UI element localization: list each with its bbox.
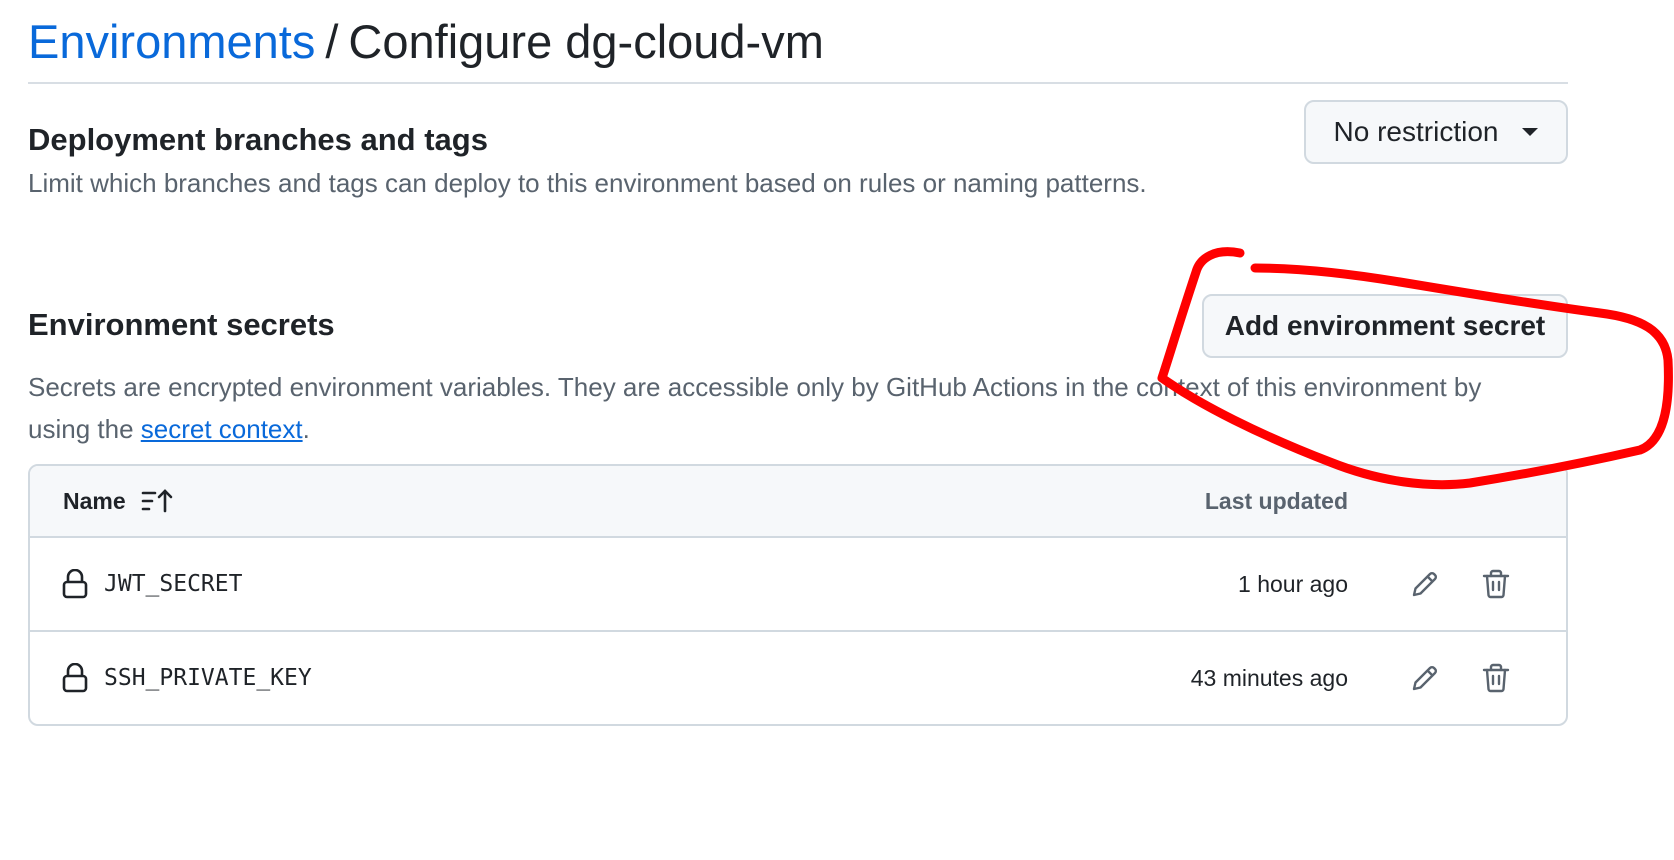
breadcrumb-separator: / xyxy=(325,14,339,68)
add-environment-secret-button[interactable]: Add environment secret xyxy=(1202,294,1568,358)
page-title: Configure dg-cloud-vm xyxy=(348,14,824,68)
trash-icon[interactable] xyxy=(1482,569,1510,599)
page: Environments / Configure dg-cloud-vm Dep… xyxy=(28,0,1568,726)
table-row: JWT_SECRET 1 hour ago xyxy=(30,538,1566,632)
environment-secrets-description: Secrets are encrypted environment variab… xyxy=(28,366,1488,450)
secret-last-updated: 1 hour ago xyxy=(1238,570,1348,597)
breadcrumb-environments-link[interactable]: Environments xyxy=(28,14,315,69)
pencil-icon[interactable] xyxy=(1410,569,1440,599)
secrets-table-header: Name Last updated xyxy=(30,466,1566,538)
deployment-branches-section: Deployment branches and tags Limit which… xyxy=(28,100,1568,250)
deployment-restriction-value: No restriction xyxy=(1333,116,1499,147)
name-column-label: Name xyxy=(63,487,126,514)
last-updated-column-header: Last updated xyxy=(1204,487,1348,514)
environment-secrets-section: Environment secrets Add environment secr… xyxy=(28,294,1568,726)
pencil-icon[interactable] xyxy=(1410,663,1440,693)
secrets-table: Name Last updated JWT_SECRET 1 hour ago … xyxy=(28,464,1568,726)
trash-icon[interactable] xyxy=(1482,663,1510,693)
triangle-down-icon xyxy=(1522,128,1539,136)
deployment-restriction-dropdown[interactable]: No restriction xyxy=(1304,100,1568,164)
secret-name: JWT_SECRET xyxy=(104,571,243,597)
deployment-branches-description: Limit which branches and tags can deploy… xyxy=(28,168,1147,198)
name-column-header[interactable]: Name xyxy=(63,488,174,515)
page-header: Environments / Configure dg-cloud-vm xyxy=(28,0,1568,84)
secret-last-updated: 43 minutes ago xyxy=(1190,664,1348,691)
secret-name: SSH_PRIVATE_KEY xyxy=(104,665,312,691)
lock-icon xyxy=(62,663,88,693)
sort-asc-icon[interactable] xyxy=(140,488,174,514)
table-row: SSH_PRIVATE_KEY 43 minutes ago xyxy=(30,632,1566,724)
lock-icon xyxy=(62,569,88,599)
secrets-description-end: . xyxy=(302,414,310,444)
secret-context-link[interactable]: secret context xyxy=(141,414,303,444)
